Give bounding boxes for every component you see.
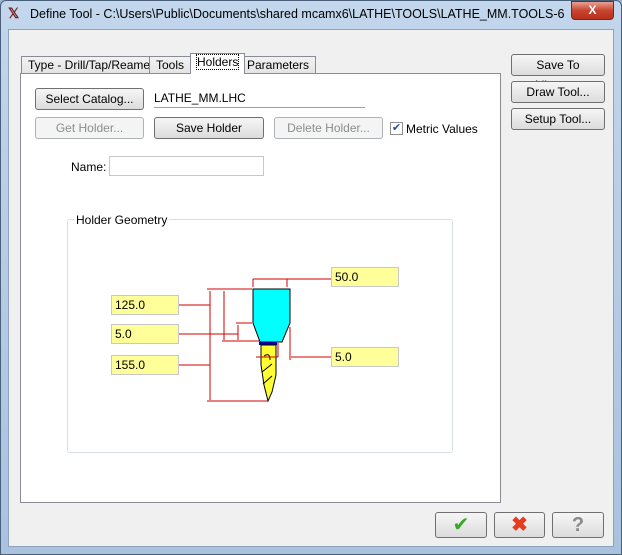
tab-holders[interactable]: Holders [190, 53, 246, 74]
diameter-field[interactable]: 50.0 [331, 267, 399, 287]
x-icon: ✖ [511, 514, 528, 536]
question-icon: ? [571, 514, 585, 536]
length-field[interactable]: 125.0 [111, 295, 179, 315]
ok-button[interactable]: ✔ [435, 512, 487, 538]
overall-length-field[interactable]: 155.0 [111, 355, 179, 375]
check-icon: ✔ [452, 514, 470, 536]
draw-tool-button[interactable]: Draw Tool... [511, 81, 605, 103]
drill-tool [260, 344, 277, 403]
help-button[interactable]: ? [552, 512, 604, 538]
setup-tool-button[interactable]: Setup Tool... [511, 108, 605, 130]
save-to-library-button[interactable]: Save To Library... [511, 54, 605, 92]
holder-body [252, 288, 291, 345]
clearance-field[interactable]: 5.0 [331, 347, 399, 367]
cancel-button[interactable]: ✖ [494, 512, 545, 538]
tab-holders-label: Holders [195, 54, 240, 70]
taper-field[interactable]: 5.0 [111, 324, 179, 344]
